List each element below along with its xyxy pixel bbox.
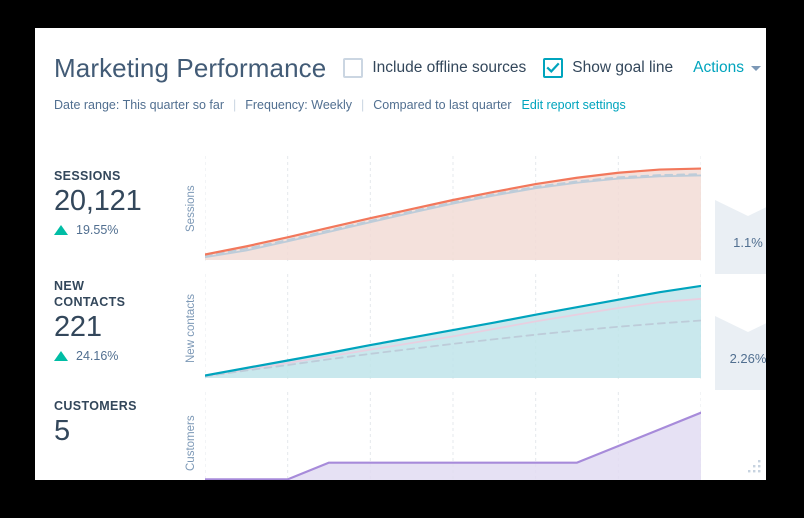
edit-report-settings-link[interactable]: Edit report settings: [522, 98, 626, 112]
conversion-rate-label-1: 1.1%: [733, 235, 763, 250]
resize-handle-icon[interactable]: [744, 458, 762, 476]
checkbox-label-include-offline-sources: Include offline sources: [372, 59, 527, 77]
frequency-text: Frequency: Weekly: [245, 98, 353, 112]
checkbox-include-offline-sources[interactable]: Include offline sources: [343, 58, 526, 78]
checkbox-box-checked[interactable]: [543, 58, 564, 78]
checkbox-label-show-goal-line: Show goal line: [572, 59, 674, 77]
chart-sessions[interactable]: [205, 156, 701, 264]
metric-name-new-contacts: NEW CONTACTS: [54, 279, 126, 309]
report-body: SESSIONS 20,121 19.55% Sessions NEW CONTA…: [35, 126, 766, 480]
metric-delta-value-sessions: 19.55%: [76, 223, 119, 238]
metric-customers: CUSTOMERS 5: [54, 398, 169, 447]
comparison-text: Compared to last quarter: [373, 98, 512, 112]
chevron-down-icon: [750, 65, 761, 71]
axis-title-customers: Customers: [185, 415, 197, 471]
axis-title-sessions: Sessions: [185, 185, 197, 233]
actions-dropdown[interactable]: Actions: [693, 60, 761, 76]
checkbox-show-goal-line[interactable]: Show goal line: [543, 58, 673, 78]
metric-sessions: SESSIONS 20,121 19.55%: [54, 168, 169, 237]
conversion-rate-contacts-to-customers: 2.26%: [715, 316, 766, 390]
metric-name-customers: CUSTOMERS: [54, 399, 137, 413]
metric-delta-sessions: 19.55%: [54, 223, 169, 237]
check-icon: [546, 62, 560, 73]
metric-name-sessions: SESSIONS: [54, 169, 121, 183]
report-card: Marketing Performance Include offline so…: [35, 28, 766, 480]
axis-title-new-contacts: New contacts: [185, 293, 197, 363]
metric-new-contacts: NEW CONTACTS 221 24.16%: [54, 278, 169, 363]
chart-new-contacts-svg: [205, 274, 701, 382]
metric-value-new-contacts: 221: [54, 311, 102, 343]
triangle-up-icon: [54, 225, 68, 236]
chart-sessions-svg: [205, 156, 701, 264]
chart-new-contacts[interactable]: [205, 274, 701, 382]
metric-delta-value-new-contacts: 24.16%: [76, 349, 119, 364]
chart-customers-svg: [205, 392, 701, 480]
date-range-text: Date range: This quarter so far: [54, 98, 224, 112]
report-header: Marketing Performance Include offline so…: [54, 50, 761, 86]
chart-customers[interactable]: [205, 392, 701, 480]
page-title: Marketing Performance: [54, 53, 327, 83]
separator-2: |: [361, 98, 365, 112]
report-subheader: Date range: This quarter so far | Freque…: [54, 98, 626, 112]
metric-value-customers: 5: [54, 415, 70, 447]
metric-value-sessions: 20,121: [54, 185, 142, 217]
conversion-rate-label-2: 2.26%: [729, 351, 766, 366]
actions-label: Actions: [693, 59, 744, 77]
separator-1: |: [233, 98, 237, 112]
checkbox-box-unchecked[interactable]: [343, 58, 364, 78]
metric-delta-new-contacts: 24.16%: [54, 349, 169, 363]
triangle-up-icon: [54, 351, 68, 362]
conversion-rate-sessions-to-contacts: 1.1%: [715, 200, 766, 274]
